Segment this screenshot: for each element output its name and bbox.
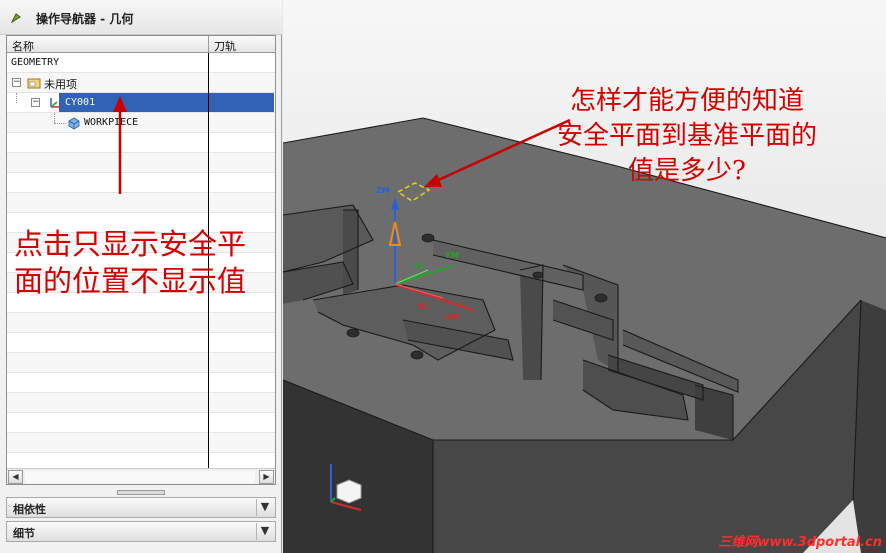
click-note-line-2: 面的位置不显示值 — [14, 264, 247, 298]
tree-label-workpiece: WORKPIECE — [84, 117, 139, 128]
navigator-title: 操作导航器 - 几何 — [36, 12, 134, 26]
section-dependencies[interactable]: 相依性 ▼ — [6, 497, 276, 518]
chevron-down-icon[interactable]: ▼ — [256, 499, 273, 516]
tree-row-cy001[interactable]: − CY001 — [7, 93, 275, 113]
workpiece-icon — [68, 117, 80, 130]
coordinate-system-graphic — [388, 182, 474, 311]
question-line-1: 怎样才能方便的知道 — [570, 86, 805, 116]
scroll-right-arrow-icon[interactable]: ▶ — [259, 470, 274, 484]
graphics-viewport[interactable]: ZM YC YM XC XM 怎样才能方便的知道 安全平面到基准平面的 值是多少… — [283, 0, 886, 553]
axis-label-yc: YC — [414, 262, 426, 271]
mcs-icon — [50, 98, 59, 108]
section-details[interactable]: 细节 ▼ — [6, 521, 276, 542]
question-line-2: 安全平面到基准平面的 — [557, 121, 818, 151]
chevron-down-icon[interactable]: ▼ — [256, 523, 273, 540]
click-annotation: 点击只显示安全平 面的位置不显示值 — [14, 226, 246, 300]
column-header-tool-path[interactable]: 刀轨 — [214, 38, 236, 54]
tree-row-workpiece[interactable]: WORKPIECE — [7, 113, 275, 133]
collapse-toggle[interactable]: − — [12, 78, 21, 87]
tree-label-geometry: GEOMETRY — [11, 57, 60, 68]
axis-label-xc: XC — [417, 302, 429, 311]
question-line-3: 值是多少? — [628, 156, 746, 186]
section-dependencies-label: 相依性 — [13, 503, 46, 516]
axis-label-zm: ZM — [376, 186, 390, 195]
column-header-name[interactable]: 名称 — [12, 38, 34, 54]
tree-header: 名称 刀轨 — [7, 36, 275, 53]
view-triad-icon[interactable] — [321, 460, 371, 515]
site-watermark: 三维网www.3dportal.cn — [718, 535, 882, 550]
scroll-thumb[interactable] — [25, 471, 255, 483]
panel-splitter-grip[interactable] — [117, 490, 165, 495]
tree-label-cy001: CY001 — [65, 97, 96, 108]
question-annotation: 怎样才能方便的知道 安全平面到基准平面的 值是多少? — [557, 84, 817, 189]
horizontal-scrollbar[interactable]: ◀ ▶ — [7, 468, 275, 484]
folder-icon — [27, 78, 41, 89]
tree-label-unused: 未用项 — [44, 78, 77, 91]
click-note-line-1: 点击只显示安全平 — [14, 227, 247, 261]
axis-label-xm: XM — [445, 313, 460, 322]
collapse-toggle[interactable]: − — [31, 98, 40, 107]
tree-row-geometry[interactable]: GEOMETRY — [7, 53, 275, 73]
tree-row-unused[interactable]: − 未用项 — [7, 73, 275, 93]
navigator-title-bar: 操作导航器 - 几何 — [0, 0, 282, 35]
navigator-icon — [10, 13, 21, 24]
axis-label-ym: YM — [445, 251, 459, 260]
scroll-left-arrow-icon[interactable]: ◀ — [8, 470, 23, 484]
section-details-label: 细节 — [13, 527, 35, 540]
